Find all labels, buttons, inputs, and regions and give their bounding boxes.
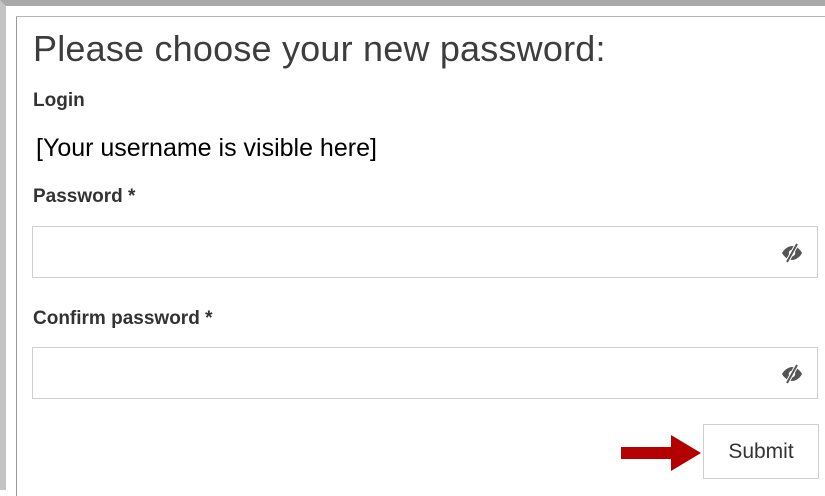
panel-top-border xyxy=(16,16,825,17)
password-reset-panel: Please choose your new password: Login [… xyxy=(0,0,825,496)
eye-slash-icon[interactable] xyxy=(779,241,805,265)
password-label: Password * xyxy=(33,186,136,207)
password-input[interactable] xyxy=(33,227,773,277)
submit-button[interactable]: Submit xyxy=(703,424,819,479)
password-field xyxy=(32,226,818,278)
confirm-password-input[interactable] xyxy=(33,348,773,398)
confirm-password-label: Confirm password * xyxy=(33,308,213,329)
login-label: Login xyxy=(33,90,85,111)
page-title: Please choose your new password: xyxy=(33,28,606,69)
eye-slash-icon[interactable] xyxy=(779,362,805,386)
right-arrow-icon xyxy=(621,435,701,471)
confirm-password-field xyxy=(32,347,818,399)
panel-left-border xyxy=(16,16,17,496)
username-text: [Your username is visible here] xyxy=(36,134,377,162)
